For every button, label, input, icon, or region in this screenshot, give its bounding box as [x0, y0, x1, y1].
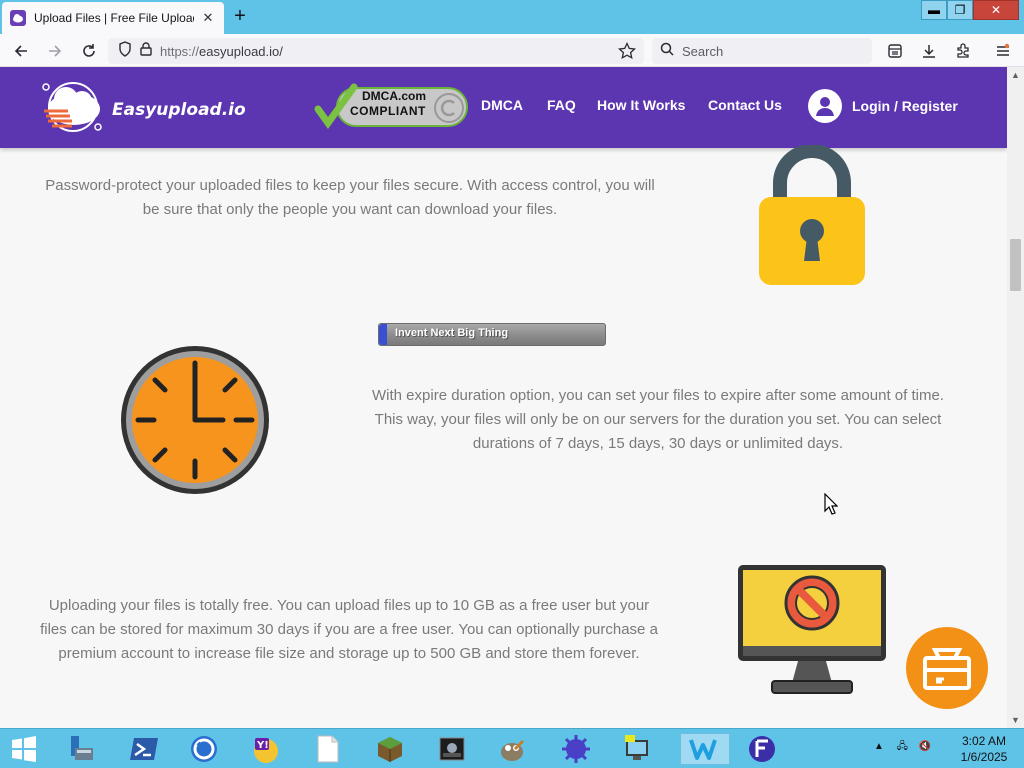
search-placeholder: Search [682, 43, 724, 59]
system-tray: ▲ 🖧 🔇 [874, 739, 931, 756]
minecraft-icon [378, 737, 402, 762]
url-text[interactable]: https://easyupload.io/ [160, 44, 283, 59]
monitor-blocked-icon [738, 565, 886, 694]
tray-show-hidden-icon[interactable]: ▲ [874, 741, 884, 752]
page-viewport: Easyupload.io DMCA.com COMPLIANT DMCA FA… [0, 67, 1007, 728]
virus-icon [562, 735, 590, 763]
nav-link-faq[interactable]: FAQ [547, 97, 576, 113]
svg-text:Y!: Y! [256, 740, 269, 751]
tracking-shield-icon[interactable] [118, 40, 132, 62]
taskbar-photo-viewer[interactable] [432, 733, 472, 765]
expire-feature-text: With expire duration option, you can set… [372, 387, 944, 452]
computer-icon [625, 735, 648, 760]
nav-link-how-it-works[interactable]: How It Works [597, 97, 685, 113]
scroll-down-arrow-icon[interactable]: ▼ [1007, 712, 1024, 728]
window-close-button[interactable]: ✕ [973, 0, 1019, 20]
sync-icon [191, 736, 217, 762]
invent-banner[interactable]: Invent Next Big Thing [378, 323, 606, 346]
forward-icon[interactable] [44, 40, 66, 62]
taskbar-sync-app[interactable] [184, 733, 224, 765]
nav-link-contact-us[interactable]: Contact Us [708, 97, 782, 113]
downloads-icon[interactable] [918, 40, 940, 62]
taskbar-virus-app[interactable] [556, 733, 596, 765]
clock-date: 1/6/2025 [960, 750, 1008, 764]
dmca-line2: COMPLIANT [350, 104, 426, 118]
cloud-logo-icon [38, 79, 108, 140]
padlock-icon [759, 145, 865, 285]
nav-link-dmca[interactable]: DMCA [481, 97, 523, 113]
gimp-icon [501, 739, 525, 761]
app-menu-icon[interactable] [992, 40, 1014, 62]
reader-view-icon[interactable] [884, 40, 906, 62]
gift-floating-button[interactable] [906, 627, 988, 709]
clock-icon [121, 346, 269, 494]
browser-w-icon [689, 739, 717, 760]
scrollbar-thumb[interactable] [1010, 239, 1021, 291]
taskbar-yahoo-messenger[interactable]: Y! [246, 733, 286, 765]
address-bar[interactable]: https://easyupload.io/ [108, 38, 644, 64]
taskbar-minecraft[interactable] [370, 733, 410, 765]
back-icon[interactable] [10, 40, 32, 62]
taskbar-browser-active[interactable] [680, 733, 730, 765]
taskbar-document[interactable] [308, 733, 348, 765]
browser-navigation-bar: https://easyupload.io/ Search [0, 34, 1024, 67]
user-avatar-icon [808, 89, 842, 123]
password-feature-text: Password-protect your uploaded files to … [45, 177, 655, 218]
search-icon [660, 42, 674, 61]
volume-muted-icon[interactable]: 🔇 [919, 741, 931, 752]
tab-close-icon[interactable]: ✕ [200, 10, 216, 26]
invent-banner-cap [379, 324, 387, 345]
gift-icon [923, 648, 971, 690]
login-register-button[interactable]: Login / Register [808, 89, 958, 123]
browser-tab-bar: Upload Files | Free File Upload a ✕ + ▬ … [0, 0, 1024, 34]
invent-banner-text: Invent Next Big Thing [395, 327, 509, 339]
dmca-compliant-badge[interactable]: DMCA.com COMPLIANT [314, 83, 470, 131]
dmca-line1: DMCA.com [362, 89, 427, 103]
free-feature-text: Uploading your files is totally free. Yo… [40, 597, 658, 662]
window-minimize-button[interactable]: ▬ [921, 0, 947, 20]
network-icon[interactable]: 🖧 [897, 741, 908, 752]
logo-text: Easyupload.io [112, 99, 246, 120]
taskbar-server-manager[interactable] [60, 733, 100, 765]
reload-icon[interactable] [78, 40, 100, 62]
site-header: Easyupload.io DMCA.com COMPLIANT DMCA FA… [0, 67, 1007, 148]
taskbar-computer[interactable] [618, 733, 658, 765]
taskbar-clock[interactable]: 3:02 AM 1/6/2025 [952, 733, 1016, 765]
yahoo-messenger-icon: Y! [254, 738, 278, 763]
start-button[interactable] [4, 733, 44, 765]
windows-taskbar: Y! ▲ 🖧 🔇 3:02 AM 1/6/2025 [0, 728, 1024, 768]
extensions-icon[interactable] [952, 40, 974, 62]
taskbar-gimp[interactable] [492, 733, 532, 765]
login-register-label: Login / Register [852, 98, 958, 114]
lock-secure-icon[interactable] [140, 41, 152, 61]
taskbar-powershell[interactable] [124, 733, 164, 765]
document-icon [317, 735, 339, 763]
site-logo[interactable]: Easyupload.io [38, 79, 246, 140]
window-restore-button[interactable]: ❐ [947, 0, 973, 20]
copyright-icon [434, 93, 464, 123]
site-favicon-icon [10, 10, 26, 26]
new-tab-button[interactable]: + [230, 4, 250, 28]
taskbar-f-app[interactable] [742, 733, 782, 765]
search-bar[interactable]: Search [652, 38, 872, 64]
bookmark-star-icon[interactable] [618, 41, 636, 65]
mouse-cursor-icon [824, 493, 838, 515]
server-manager-icon [71, 736, 93, 760]
scroll-up-arrow-icon[interactable]: ▲ [1007, 67, 1024, 83]
clock-time: 3:02 AM [961, 734, 1007, 748]
powershell-icon [130, 738, 158, 760]
tab-title: Upload Files | Free File Upload a [34, 11, 194, 25]
browser-tab-active[interactable]: Upload Files | Free File Upload a ✕ [2, 2, 224, 34]
page-scrollbar[interactable]: ▲ ▼ [1007, 67, 1024, 728]
photo-viewer-icon [439, 737, 465, 761]
f-app-icon [749, 736, 775, 762]
windows-logo-icon [12, 736, 36, 762]
